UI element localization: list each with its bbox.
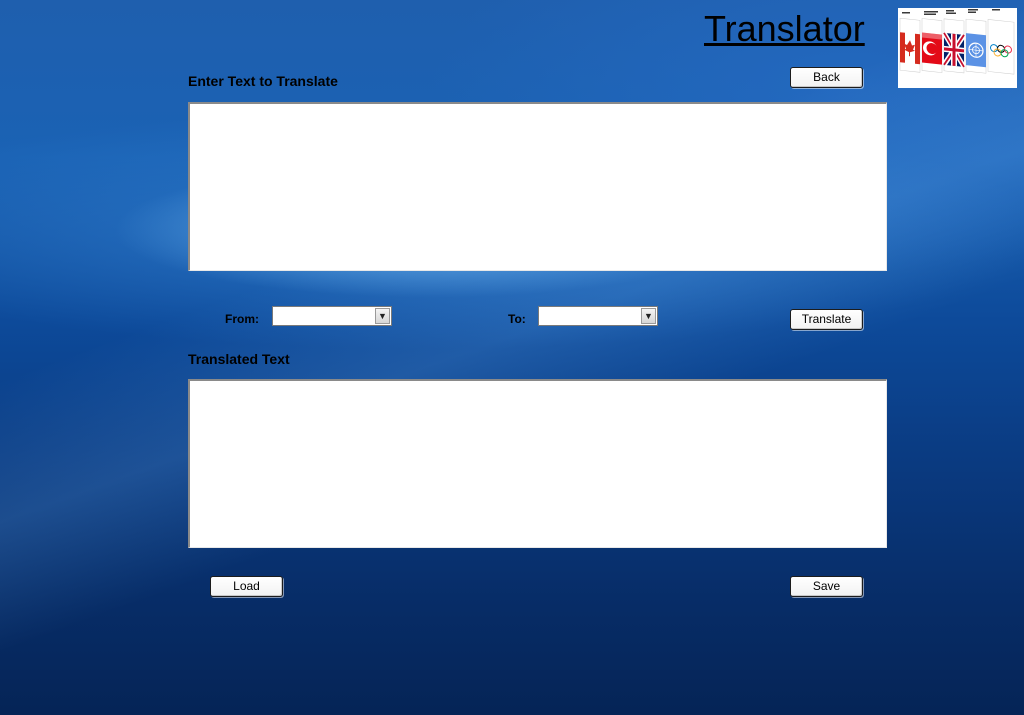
translated-text-label: Translated Text	[188, 351, 290, 367]
to-language-label: To:	[508, 312, 526, 326]
chevron-down-icon[interactable]: ▼	[641, 308, 656, 324]
save-button[interactable]: Save	[790, 576, 863, 597]
translate-button[interactable]: Translate	[790, 309, 863, 330]
flags-banner-image	[898, 8, 1017, 88]
source-text-input[interactable]	[188, 102, 887, 271]
load-button[interactable]: Load	[210, 576, 283, 597]
input-text-label: Enter Text to Translate	[188, 73, 338, 89]
translated-text-output[interactable]	[188, 379, 887, 548]
back-button[interactable]: Back	[790, 67, 863, 88]
chevron-down-icon[interactable]: ▼	[375, 308, 390, 324]
from-language-label: From:	[225, 312, 259, 326]
from-language-select[interactable]: ▼	[272, 306, 392, 326]
page-title: Translator	[704, 8, 865, 49]
to-language-select[interactable]: ▼	[538, 306, 658, 326]
